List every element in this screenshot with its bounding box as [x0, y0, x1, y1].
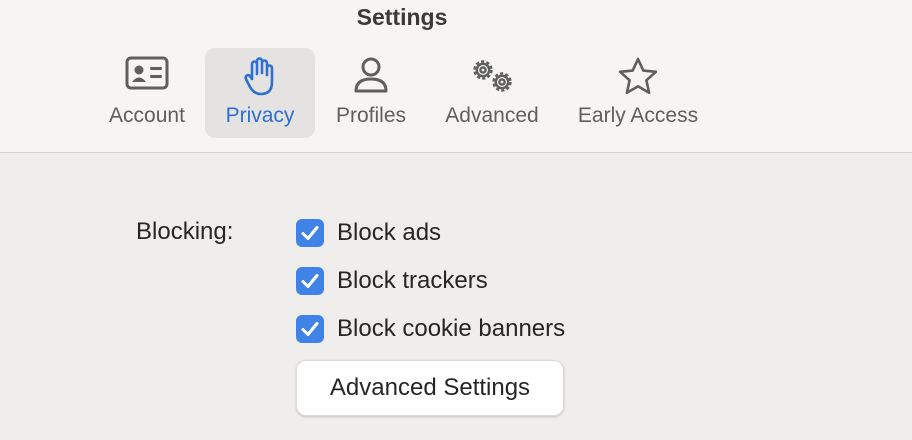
tab-early-access-label: Early Access	[577, 104, 699, 127]
block-ads-checkbox[interactable]	[296, 219, 324, 247]
block-ads-option[interactable]: Block ads	[296, 218, 441, 248]
block-ads-label: Block ads	[337, 219, 442, 246]
advanced-settings-button[interactable]: Advanced Settings	[296, 360, 564, 416]
settings-toolbar: Settings Account Privacy Profiles Advanc…	[0, 0, 912, 153]
id-card-icon	[125, 56, 169, 90]
tab-profiles[interactable]: Profiles	[326, 48, 416, 138]
gears-icon	[467, 56, 517, 96]
person-icon	[353, 56, 389, 94]
checkmark-icon	[301, 322, 319, 336]
tab-advanced[interactable]: Advanced	[436, 48, 548, 138]
block-cookie-banners-label: Block cookie banners	[337, 315, 566, 342]
tab-privacy[interactable]: Privacy	[205, 48, 315, 138]
checkmark-icon	[301, 274, 319, 288]
tab-profiles-label: Profiles	[335, 104, 407, 127]
block-trackers-label: Block trackers	[337, 267, 488, 294]
checkmark-icon	[301, 226, 319, 240]
tab-privacy-label: Privacy	[225, 104, 295, 127]
tab-early-access[interactable]: Early Access	[566, 48, 710, 138]
blocking-label: Blocking:	[136, 218, 234, 245]
tab-account-label: Account	[109, 104, 185, 127]
tab-account[interactable]: Account	[96, 48, 198, 138]
block-trackers-option[interactable]: Block trackers	[296, 266, 488, 296]
hand-icon	[243, 56, 277, 96]
window-title: Settings	[356, 4, 448, 30]
block-cookie-banners-checkbox[interactable]	[296, 315, 324, 343]
block-cookie-banners-option[interactable]: Block cookie banners	[296, 314, 565, 344]
star-icon	[617, 56, 659, 96]
tab-advanced-label: Advanced	[445, 104, 539, 127]
block-trackers-checkbox[interactable]	[296, 267, 324, 295]
